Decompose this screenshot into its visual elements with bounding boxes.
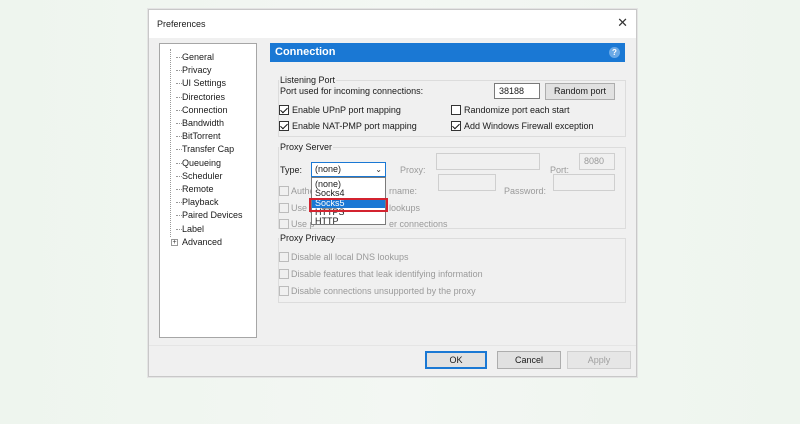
highlight-annotation [309,198,388,212]
natpmp-checkbox[interactable] [279,121,289,131]
leak-label: Disable features that leak identifying i… [291,269,483,279]
window-title: Preferences [157,19,206,29]
listening-port-label: Listening Port [279,75,337,85]
password-input[interactable] [553,174,615,191]
proxy-server-label: Proxy Server [279,142,334,152]
tree-item-label: Queueing [182,157,222,168]
help-icon[interactable]: ? [609,47,620,58]
plus-expander-icon[interactable]: + [171,238,178,246]
proxy-type-label: Type: [280,165,303,175]
section-header: Connection ? [270,43,625,62]
tree-connector [170,49,171,237]
proxy-privacy-label: Proxy Privacy [279,233,337,243]
proxy-type-value: (none) [315,164,342,174]
randomize-checkbox[interactable] [451,105,461,115]
tree-item-label: Directories [182,91,226,102]
cancel-button[interactable]: Cancel [497,351,561,369]
tree-item-label: Bandwidth [182,118,225,128]
auth-checkbox[interactable] [279,186,289,196]
preferences-tree: General Privacy UI Settings Directories Conn… [159,43,257,338]
tree-item-label: UI Settings [182,78,227,89]
proxy-host-input[interactable] [436,153,540,170]
tree-item-label: BitTorrent [182,131,221,142]
unsupported-checkbox[interactable] [279,286,289,296]
use-proxy-connections-tail: er connections [389,219,448,229]
tree-item-label: Advanced [182,236,223,247]
tree-item-label: Playback [182,197,219,208]
tree-item-label: Paired Devices [182,210,243,221]
use-proxy-connections-checkbox[interactable] [279,219,289,229]
random-port-button[interactable]: Random port [545,83,615,100]
proxy-type-select[interactable]: (none) ⌄ [311,162,386,177]
password-label: Password: [504,186,547,196]
tree-item-label: Privacy [182,65,212,76]
tree-item-label: Transfer Cap [182,144,235,155]
username-input[interactable] [438,174,496,191]
unsupported-label: Disable connections unsupported by the p… [291,286,476,296]
port-label: Port used for incoming connections: [280,86,424,96]
chevron-down-icon: ⌄ [375,165,382,174]
upnp-checkbox[interactable] [279,105,289,115]
username-label: rname: [389,186,418,196]
tree-item-label: Scheduler [182,170,223,181]
port-input[interactable]: 38188 [494,83,540,99]
dns-checkbox[interactable] [279,252,289,262]
tree-item-label: General [182,52,215,62]
dns-label: Disable all local DNS lookups [291,252,409,262]
proxy-port-input[interactable]: 8080 [579,153,615,170]
section-title: Connection [275,46,336,58]
randomize-label: Randomize port each start [464,105,570,115]
footer-divider [149,345,636,346]
natpmp-label: Enable NAT-PMP port mapping [292,121,417,131]
firewall-label: Add Windows Firewall exception [464,121,594,131]
firewall-checkbox[interactable] [451,121,461,131]
close-icon[interactable]: ✕ [617,15,628,31]
use-proxy-lookups-tail: lookups [389,203,421,213]
proxy-host-label: Proxy: [400,165,426,175]
ok-button[interactable]: OK [425,351,487,369]
apply-button[interactable]: Apply [567,351,631,369]
leak-checkbox[interactable] [279,269,289,279]
upnp-label: Enable UPnP port mapping [292,105,401,115]
preferences-dialog: Preferences ✕ General Privacy UI Settings D… [148,9,637,377]
proxy-option-http[interactable]: HTTP [312,216,385,226]
use-proxy-lookups-checkbox[interactable] [279,203,289,213]
tree-item-label: Label [182,223,205,234]
tree-item-label: Connection [182,104,228,115]
title-bar: Preferences ✕ [149,10,636,38]
tree-item-label: Remote [182,184,214,194]
